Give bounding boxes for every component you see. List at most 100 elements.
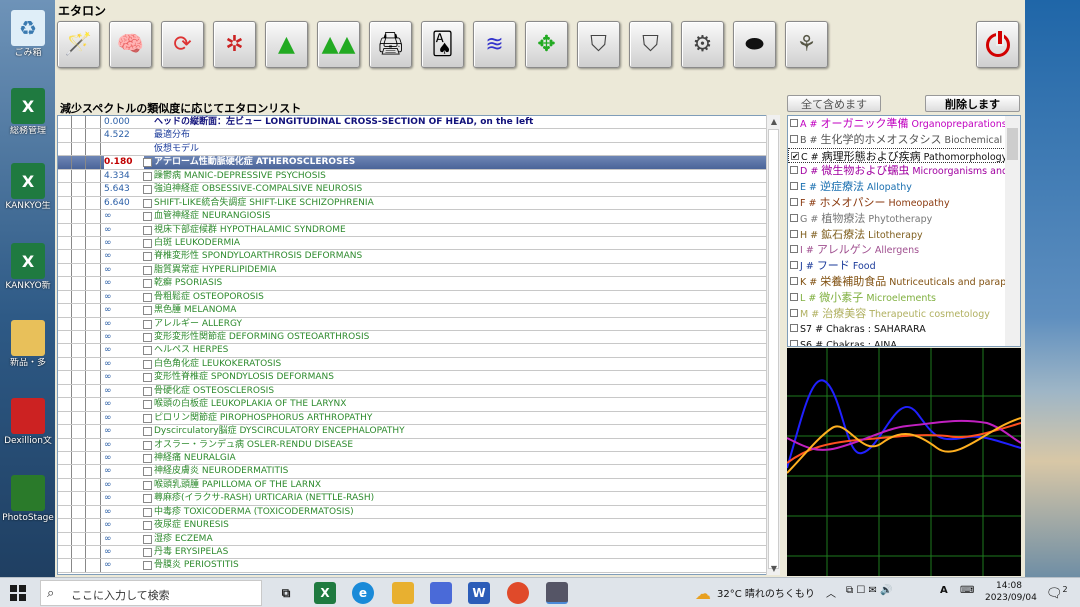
desktop-app-dexillion[interactable]: Dexillion文 [2,398,54,447]
etalon-table[interactable]: 0.000 ヘッドの縦断面：左ビュー LONGITUDINAL CROSS-SEC… [57,115,769,575]
table-row[interactable]: ∞ 丹毒 ERYSIPELAS [58,546,768,560]
row-cell[interactable] [58,398,72,411]
row-cell[interactable] [86,438,101,451]
row-cell[interactable] [86,183,101,196]
scroll-thumb[interactable] [768,129,779,569]
cards-button[interactable]: 🂡 [421,21,464,68]
desktop-excel-file-1[interactable]: X 総務管理 [2,88,54,137]
row-cell[interactable] [58,183,72,196]
row-cell[interactable] [72,425,86,438]
table-row[interactable]: ∞ 骨硬化症 OSTEOSCLEROSIS [58,384,768,399]
cycle-tool-button[interactable]: ⟳ [161,21,204,68]
row-cell[interactable] [86,263,101,277]
category-checkbox[interactable]: ✔ [791,151,799,160]
table-row[interactable]: ∞ 喉頭の白板症 LEUKOPLAKIA OF THE LARYNX [58,398,768,412]
print-button[interactable]: 🖨 [369,21,412,68]
molecule-tool-button[interactable]: ✲ [213,21,256,68]
row-cell[interactable] [72,183,86,196]
etalon-table-scrollbar[interactable]: ▲ ▼ [766,115,780,575]
category-item[interactable]: L # 微小素子 Microelements [788,290,1020,306]
table-row[interactable]: 5.643 強迫神経症 OBSESSIVE-COMPALSIVE NEUROSIS [58,183,768,197]
table-row[interactable]: ∞ 蕁麻疹(イラクサ-RASH) URTICARIA (NETTLE-RASH) [58,492,768,506]
table-row[interactable]: ∞ 骨粗鬆症 OSTEOPOROSIS [58,290,768,305]
row-cell[interactable] [72,505,86,519]
task-view-icon[interactable]: ⧉ [275,582,297,604]
row-cell[interactable] [72,371,86,384]
table-row[interactable]: ∞ 白色角化症 LEUKOKERATOSIS [58,357,768,372]
row-checkbox[interactable] [143,252,152,262]
row-cell[interactable] [72,344,86,357]
category-checkbox[interactable] [790,229,798,238]
row-cell[interactable] [58,263,72,277]
row-cell[interactable] [86,290,101,304]
taskbar-search[interactable]: ⌕ ここに入力して検索 [40,580,262,606]
row-cell[interactable] [58,559,72,572]
recycle-bin-icon[interactable]: ♻ ごみ箱 [2,10,54,59]
row-checkbox[interactable] [143,386,152,396]
row-cell[interactable] [86,317,101,330]
row-checkbox[interactable] [143,319,152,329]
row-cell[interactable] [86,156,101,169]
row-checkbox[interactable] [143,494,152,504]
category-checkbox[interactable] [790,340,798,346]
row-cell[interactable] [58,384,72,398]
category-item[interactable]: B # 生化学的ホメオスタシス Biochemical hom [788,132,1020,148]
table-row[interactable]: ∞ 白斑 LEUKODERMIA [58,236,768,251]
category-checkbox[interactable] [790,245,798,254]
category-checkbox[interactable] [790,134,798,143]
table-row[interactable]: ∞ 中毒疹 TOXICODERMA (TOXICODERMATOSIS) [58,505,768,520]
row-cell[interactable] [58,317,72,330]
row-cell[interactable] [58,304,72,317]
row-cell[interactable] [58,546,72,559]
row-checkbox[interactable] [143,158,152,168]
category-checkbox[interactable] [790,261,798,270]
row-checkbox[interactable] [143,185,152,195]
tray-chevron-icon[interactable]: ︿ [826,585,836,600]
keyboard-icon[interactable]: ⌨ [960,585,974,596]
notification-icon[interactable]: 🗨2 [1046,585,1068,601]
table-row[interactable]: ∞ 脂質異常症 HYPERLIPIDEMIA [58,263,768,278]
row-cell[interactable] [58,250,72,263]
row-cell[interactable] [58,505,72,519]
table-row[interactable]: ∞ 骨膜炎 PERIOSTITIS [58,559,768,573]
expand-button[interactable]: ✥ [525,21,568,68]
category-checkbox[interactable] [790,292,798,301]
table-row[interactable]: ∞ 夜尿症 ENURESIS [58,519,768,533]
row-cell[interactable] [86,116,101,129]
row-cell[interactable] [58,196,72,210]
row-cell[interactable] [86,277,101,290]
category-item[interactable]: A # オーガニック準備 Organopreparations [788,116,1020,132]
clock[interactable]: 14:08 2023/09/04 [985,580,1037,604]
category-checkbox[interactable] [790,166,798,175]
row-cell[interactable] [58,451,72,465]
row-cell[interactable] [72,290,86,304]
row-checkbox[interactable] [143,292,152,302]
row-cell[interactable] [58,290,72,304]
row-cell[interactable] [86,196,101,210]
row-cell[interactable] [72,169,86,183]
row-cell[interactable] [58,129,72,142]
scroll-up-icon[interactable]: ▲ [767,115,781,128]
row-cell[interactable] [58,532,72,545]
row-checkbox[interactable] [143,333,152,342]
start-button[interactable] [10,585,26,601]
row-cell[interactable] [86,250,101,263]
desktop-folder[interactable]: 新品・多 [2,320,54,369]
row-cell[interactable] [72,478,86,492]
row-cell[interactable] [72,492,86,505]
row-cell[interactable] [86,546,101,559]
row-cell[interactable] [72,519,86,532]
row-cell[interactable] [58,425,72,438]
row-cell[interactable] [72,142,86,156]
row-cell[interactable] [72,236,86,250]
row-checkbox[interactable] [143,453,152,463]
table-row[interactable]: ∞ 視床下部症候群 HYPOTHALAMIC SYNDROME [58,223,768,237]
row-cell[interactable] [58,156,72,169]
row-cell[interactable] [86,519,101,532]
category-checkbox[interactable] [790,276,798,285]
table-row[interactable]: ∞ 湿疹 ECZEMA [58,532,768,546]
row-checkbox[interactable] [143,521,152,531]
row-cell[interactable] [58,411,72,425]
row-cell[interactable] [86,210,101,223]
category-item[interactable]: S6 # Chakras : AJNA [788,337,1020,346]
